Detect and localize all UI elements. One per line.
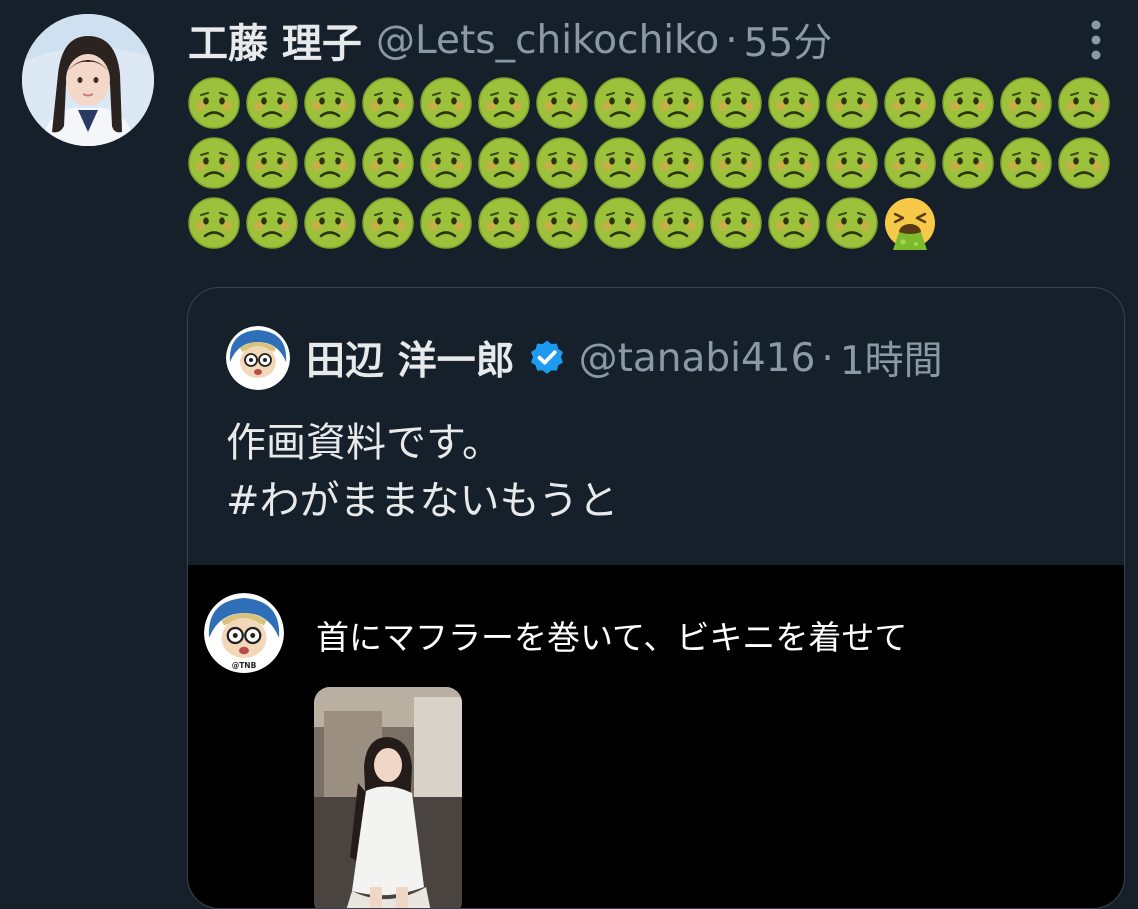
quoted-tweet-text-line: 作画資料です。 <box>226 420 502 466</box>
nauseated-face-icon <box>768 137 820 189</box>
nauseated-face-icon <box>594 197 646 249</box>
nauseated-face-icon <box>246 137 298 189</box>
nauseated-face-icon <box>652 197 704 249</box>
nauseated-face-icon <box>652 77 704 129</box>
author-name[interactable]: 工藤 理子 <box>188 11 362 69</box>
quoted-author-handle[interactable]: @tanabi416 <box>579 336 816 381</box>
nauseated-face-icon <box>826 197 878 249</box>
nauseated-face-icon <box>304 77 356 129</box>
media-avatar: @TNB <box>204 593 284 673</box>
nauseated-face-icon <box>768 77 820 129</box>
tweet-emoji-text <box>187 76 1117 250</box>
nauseated-face-icon <box>478 137 530 189</box>
nauseated-face-icon <box>536 77 588 129</box>
nauseated-face-icon <box>536 197 588 249</box>
nauseated-face-icon <box>420 197 472 249</box>
tweet-header: 工藤 理子 @Lets_chikochiko · 55分 <box>188 12 832 68</box>
cartoon-avatar-image: @TNB <box>204 593 284 673</box>
quoted-author-name[interactable]: 田辺 洋一郎 <box>306 330 515 386</box>
nauseated-face-icon <box>246 197 298 249</box>
separator-dot: · <box>821 335 834 381</box>
nauseated-face-icon <box>188 77 240 129</box>
nauseated-face-icon <box>420 137 472 189</box>
nauseated-face-icon <box>942 137 994 189</box>
vomiting-face-icon <box>885 198 935 250</box>
avatar-label: @TNB <box>232 661 257 670</box>
nauseated-face-icon <box>594 77 646 129</box>
nauseated-face-icon <box>884 77 936 129</box>
author-handle[interactable]: @Lets_chikochiko <box>376 18 719 63</box>
nauseated-face-icon <box>1000 77 1052 129</box>
nauseated-face-icon <box>826 77 878 129</box>
nauseated-face-icon <box>362 197 414 249</box>
hashtag-link[interactable]: #わがままないもうと <box>226 472 618 530</box>
nauseated-face-icon <box>246 77 298 129</box>
nauseated-face-icon <box>420 77 472 129</box>
nauseated-face-icon <box>478 77 530 129</box>
media-caption: 首にマフラーを巻いて、ビキニを着せて <box>316 618 908 657</box>
more-options-button[interactable] <box>1083 18 1109 62</box>
author-avatar-image <box>22 14 154 146</box>
nauseated-face-icon <box>710 137 762 189</box>
cartoon-avatar-image <box>226 326 290 390</box>
quoted-tweet-media[interactable]: @TNB 首にマフラーを巻いて、ビキニを着せて <box>188 565 1124 908</box>
quoted-tweet-timestamp[interactable]: 1時間 <box>840 330 943 386</box>
nauseated-face-icon <box>942 77 994 129</box>
nauseated-face-icon <box>884 137 936 189</box>
photo-image <box>314 687 462 908</box>
nauseated-face-icon <box>1058 137 1110 189</box>
nauseated-face-icon <box>188 197 240 249</box>
nauseated-face-icon <box>362 77 414 129</box>
nauseated-face-icon <box>304 137 356 189</box>
tweet-timestamp[interactable]: 55分 <box>744 12 833 68</box>
nauseated-face-icon <box>478 197 530 249</box>
nauseated-face-icon <box>710 197 762 249</box>
nauseated-face-icon <box>304 197 356 249</box>
quoted-tweet-text: 作画資料です。 #わがままないもうと <box>226 414 618 530</box>
quoted-tweet-header: 田辺 洋一郎 @tanabi416 · 1時間 <box>226 326 943 390</box>
nauseated-face-icon <box>594 137 646 189</box>
more-vertical-icon <box>1091 20 1101 60</box>
verified-badge-icon <box>530 340 563 374</box>
separator-dot: · <box>725 17 738 63</box>
nauseated-face-icon <box>188 137 240 189</box>
nauseated-face-icon <box>1058 77 1110 129</box>
nauseated-face-icon <box>536 137 588 189</box>
media-photo[interactable] <box>314 687 462 908</box>
quoted-author-avatar[interactable] <box>226 326 290 390</box>
nauseated-face-icon <box>652 137 704 189</box>
nauseated-face-icon <box>710 77 762 129</box>
nauseated-face-icon <box>362 137 414 189</box>
author-avatar[interactable] <box>22 14 154 146</box>
quoted-tweet-card[interactable]: 田辺 洋一郎 @tanabi416 · 1時間 作画資料です。 #わがままないも… <box>187 287 1125 909</box>
nauseated-face-icon <box>1000 137 1052 189</box>
nauseated-face-icon <box>826 137 878 189</box>
nauseated-face-icon <box>768 197 820 249</box>
